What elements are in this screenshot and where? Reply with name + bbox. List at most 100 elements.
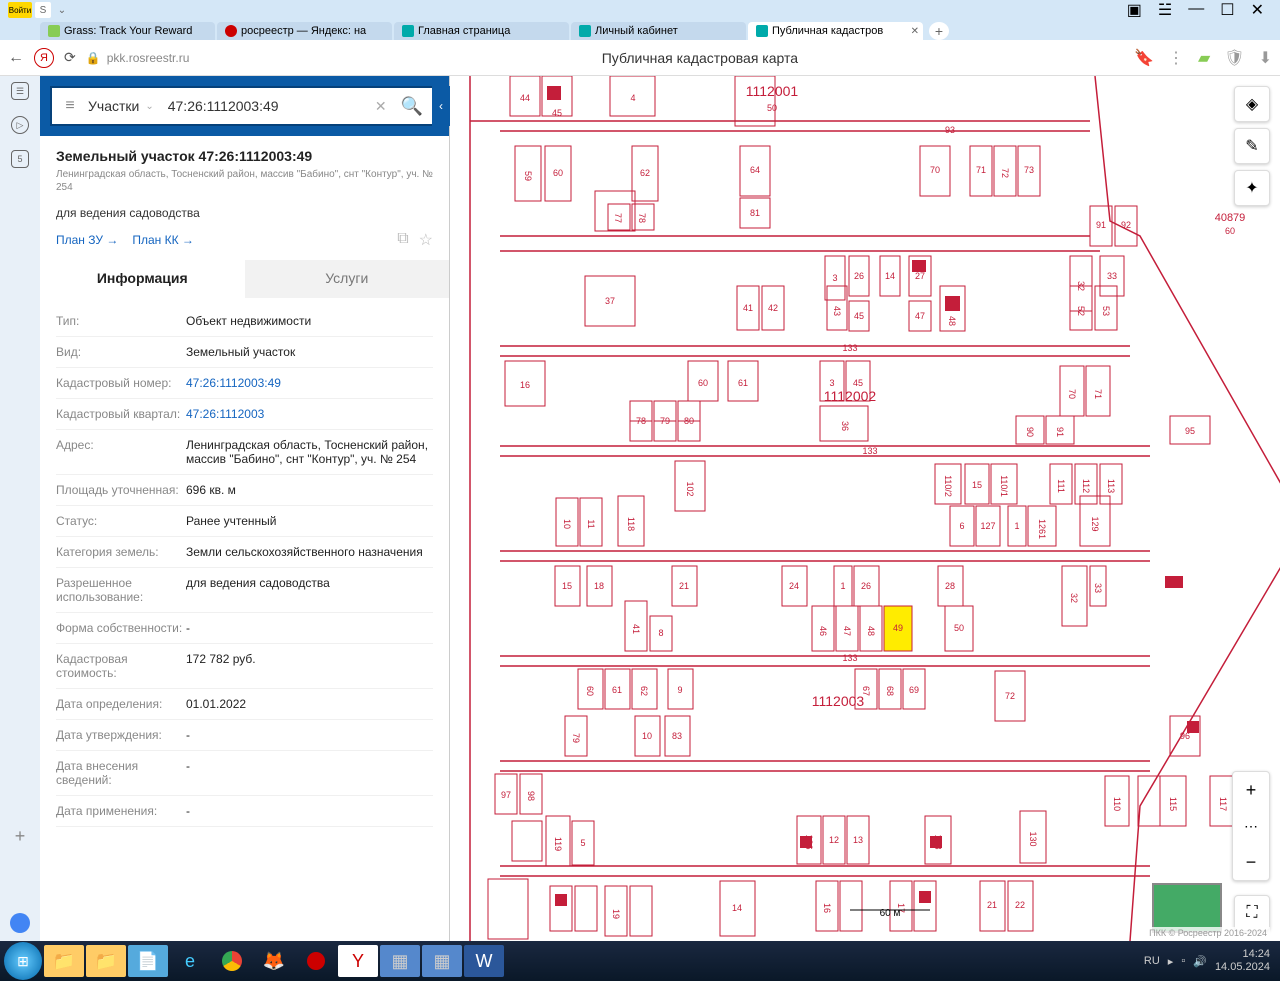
tab-services[interactable]: Услуги [245,260,450,298]
fullscreen-button[interactable]: ⛶ [1234,895,1270,931]
url-input[interactable]: 🔒 pkk.rosreestr.ru [86,51,266,65]
svg-text:91: 91 [1096,220,1106,230]
tray-lang[interactable]: RU [1144,955,1160,967]
menu-dots-icon[interactable]: ⋮ [1168,48,1184,68]
tab-pkk[interactable]: Публичная кадастров✕ [748,22,923,40]
tray-clock[interactable]: 14:24 14.05.2024 [1215,948,1276,974]
s-badge: S [35,2,51,18]
info-row: Дата внесения сведений:- [56,751,433,796]
svg-text:44: 44 [520,93,530,103]
svg-text:52: 52 [1076,306,1086,316]
login-avatar[interactable]: Войти [8,2,32,18]
search-input[interactable]: 47:26:1112003:49 [160,98,369,114]
rail-doc-icon[interactable]: ☰ [11,82,29,100]
rail-play-icon[interactable]: ▷ [11,116,29,134]
doc-icon[interactable]: 📄 [128,945,168,977]
rosreestr-icon [579,25,591,37]
zoom-menu-button[interactable]: ⋯ [1233,808,1269,844]
svg-text:33: 33 [1107,271,1117,281]
export-icon[interactable]: ⧉ [397,230,408,250]
svg-text:61: 61 [612,685,622,695]
svg-text:13: 13 [853,835,863,845]
plan-kk-link[interactable]: План КК → [132,233,194,247]
app1-icon[interactable]: ▦ [380,945,420,977]
minimap[interactable] [1152,883,1222,933]
svg-text:47: 47 [915,311,925,321]
yandex-browser-icon[interactable]: Y [338,945,378,977]
clear-icon[interactable]: ✕ [369,98,393,115]
layers-button[interactable]: ◈ [1234,86,1270,122]
window-minimize[interactable]: — [1188,0,1204,20]
map-attribution: ПКК © Росреестр 2016-2024 [1146,927,1270,939]
yandex-browser-icon[interactable]: Я [34,48,54,68]
collapse-panel-button[interactable]: ‹ [432,86,450,126]
info-row: Форма собственности:- [56,613,433,644]
dropdown-icon[interactable]: ⌄ [54,2,70,18]
rail-plus-icon[interactable]: + [15,826,26,847]
tab-cabinet[interactable]: Личный кабинет [571,22,746,40]
svg-text:21: 21 [679,581,689,591]
start-button[interactable]: ⊞ [4,942,42,980]
svg-text:133: 133 [842,653,857,663]
svg-text:70: 70 [930,165,940,175]
svg-text:72: 72 [1000,168,1010,178]
explorer2-icon[interactable]: 📁 [86,945,126,977]
svg-text:62: 62 [639,686,649,696]
cadastral-number-link[interactable]: 47:26:1112003:49 [186,376,433,390]
svg-text:119: 119 [553,837,563,851]
svg-text:71: 71 [976,165,986,175]
window-close[interactable]: ✕ [1251,0,1264,20]
nav-back[interactable]: ← [8,49,24,67]
reload-icon[interactable]: ⟳ [64,49,76,66]
tray-sound-icon[interactable]: 🔊 [1193,955,1207,968]
tab-information[interactable]: Информация [40,260,245,298]
svg-text:42: 42 [768,303,778,313]
browser-titlebar: Войти S ⌄ ▣ ☱ — ☐ ✕ [0,0,1280,20]
explorer-icon[interactable]: 📁 [44,945,84,977]
svg-text:118: 118 [626,517,636,531]
cadastral-quarter-link[interactable]: 47:26:1112003 [186,407,433,421]
opera-icon[interactable] [296,945,336,977]
cadastral-map[interactable]: 44 45 4 1112001 50 59 60 62 64 70 71 72 … [450,76,1280,941]
app2-icon[interactable]: ▦ [422,945,462,977]
rail-5-icon[interactable]: 5 [11,150,29,168]
shield-icon[interactable]: 🛡 [1224,48,1244,68]
alice-icon[interactable] [10,913,30,933]
search-type-dropdown[interactable]: Участки ⌄ [82,98,160,114]
svg-text:18: 18 [594,581,604,591]
ie-icon[interactable]: e [170,945,210,977]
firefox-icon[interactable]: 🦊 [254,945,294,977]
info-row: Кадастровый квартал:47:26:1112003 [56,399,433,430]
svg-text:8: 8 [658,628,663,638]
search-icon[interactable]: 🔍 [393,96,431,117]
svg-text:41: 41 [631,624,641,634]
word-icon[interactable]: W [464,945,504,977]
menu-icon[interactable]: ≡ [58,97,82,115]
window-maximize[interactable]: ☐ [1220,0,1234,20]
tray-network-icon[interactable]: ▫ [1181,955,1185,967]
extension-icon[interactable]: ▰ [1198,48,1210,68]
tray-flag-icon[interactable]: ▸ [1168,955,1174,968]
svg-text:47: 47 [842,626,852,636]
zoom-out-button[interactable]: − [1233,844,1269,880]
star-icon[interactable]: ☆ [419,230,433,250]
download-icon[interactable]: ⬇ [1259,48,1272,68]
bookmark-icon[interactable]: 🔖 [1134,48,1154,68]
info-row: Дата применения:- [56,796,433,827]
tab-yandex[interactable]: росреестр — Яндекс: на [217,22,392,40]
info-tabs: Информация Услуги [40,260,449,298]
tab-grass[interactable]: Grass: Track Your Reward [40,22,215,40]
svg-text:12: 12 [829,835,839,845]
svg-text:93: 93 [945,125,955,135]
chrome-icon[interactable] [212,945,252,977]
new-tab-button[interactable]: + [929,22,949,40]
tab-close-icon[interactable]: ✕ [911,26,919,37]
leaf-icon [48,25,60,37]
plan-zu-link[interactable]: План ЗУ → [56,233,118,247]
svg-text:1: 1 [840,581,845,591]
zoom-in-button[interactable]: + [1233,772,1269,808]
center-button[interactable]: ✦ [1234,170,1270,206]
svg-text:3: 3 [832,273,837,283]
tab-main[interactable]: Главная страница [394,22,569,40]
measure-button[interactable]: ✎ [1234,128,1270,164]
